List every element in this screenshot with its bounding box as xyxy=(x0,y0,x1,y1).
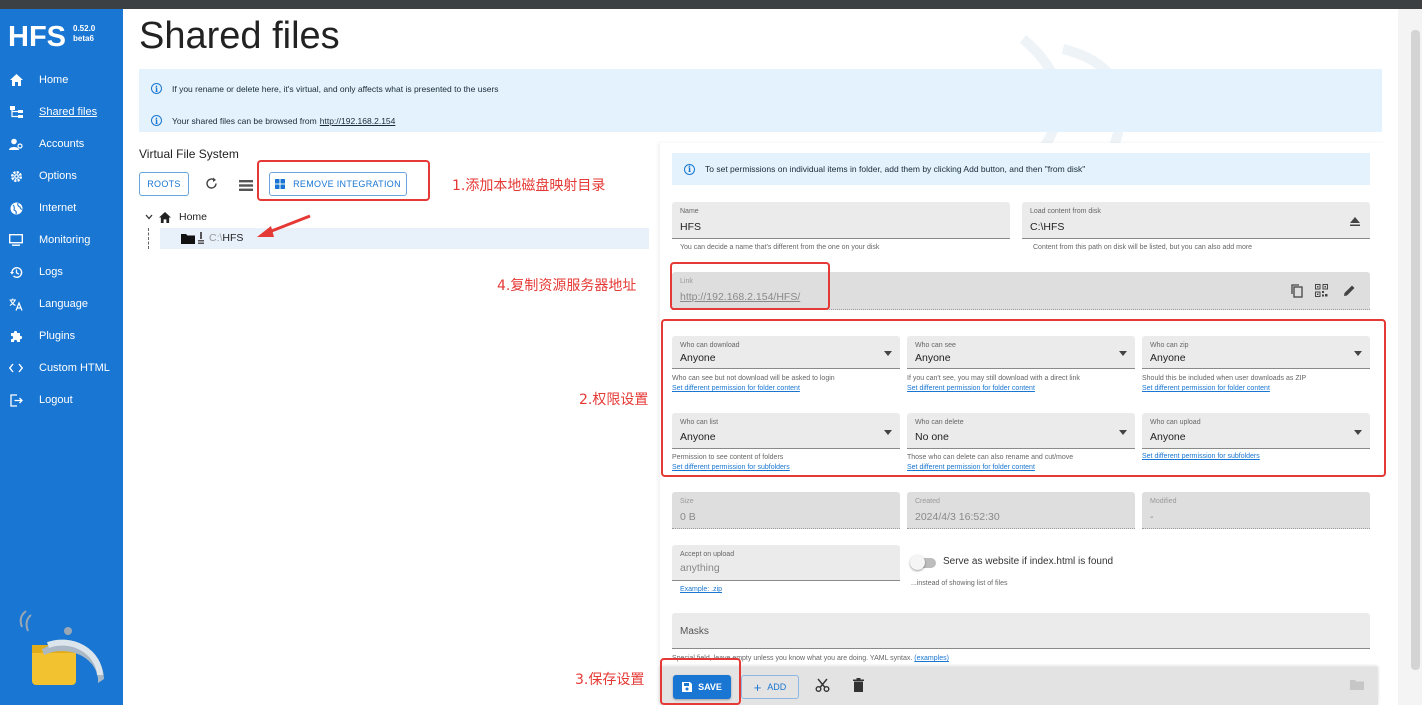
edit-icon[interactable] xyxy=(1343,284,1356,297)
sidebar-item-options[interactable]: Options xyxy=(0,160,123,192)
plus-icon: + xyxy=(753,679,762,695)
browser-top-bar xyxy=(0,0,1422,9)
scrollbar-thumb[interactable] xyxy=(1411,30,1420,670)
name-field[interactable]: Name HFS xyxy=(672,202,1010,239)
history-icon xyxy=(8,264,24,280)
logout-icon xyxy=(8,392,24,408)
tree-node-home[interactable]: Home xyxy=(145,211,207,223)
accept-example-link[interactable]: Example: .zip xyxy=(680,586,722,593)
sidebar-item-monitoring[interactable]: Monitoring xyxy=(0,224,123,256)
vfs-title: Virtual File System xyxy=(139,147,239,161)
info-icon: i xyxy=(151,83,162,94)
translate-icon xyxy=(8,296,24,312)
qr-code-icon[interactable] xyxy=(1315,284,1328,297)
chevron-down-icon[interactable] xyxy=(145,214,153,220)
action-toolbar: SAVE + ADD xyxy=(660,667,1378,705)
sidebar-item-logout[interactable]: Logout xyxy=(0,384,123,416)
folder-icon xyxy=(1350,679,1364,690)
sidebar-item-language[interactable]: Language xyxy=(0,288,123,320)
name-helper: You can decide a name that's different f… xyxy=(680,244,880,251)
info-panel: i If you rename or delete here, it's vir… xyxy=(139,69,1382,132)
annotation-permissions: 2.权限设置 xyxy=(579,392,649,408)
tree-icon xyxy=(8,104,24,120)
annotation-add-disk-mapping: 1.添加本地磁盘映射目录 xyxy=(452,178,606,194)
code-icon xyxy=(8,360,24,376)
annotation-arrow-icon xyxy=(257,214,311,237)
serve-website-helper: ...instead of showing list of files xyxy=(911,580,1008,587)
sidebar-item-internet[interactable]: Internet xyxy=(0,192,123,224)
created-field: Created 2024/4/3 16:52:30 xyxy=(907,492,1135,529)
sidebar-item-accounts[interactable]: Accounts xyxy=(0,128,123,160)
eject-icon[interactable] xyxy=(1350,217,1360,226)
sidebar-item-custom-html[interactable]: Custom HTML xyxy=(0,352,123,384)
add-button[interactable]: + ADD xyxy=(741,675,799,699)
globe-icon xyxy=(8,200,24,216)
browse-url-link[interactable]: http://192.168.2.154 xyxy=(320,116,396,126)
masks-examples-link[interactable]: (examples) xyxy=(914,655,949,662)
home-icon xyxy=(159,211,171,223)
info-rename-notice: i If you rename or delete here, it's vir… xyxy=(151,83,499,94)
info-icon: i xyxy=(151,115,162,126)
serve-website-label: Serve as website if index.html is found xyxy=(943,556,1114,567)
source-field[interactable]: Load content from disk C:\HFS xyxy=(1022,202,1370,239)
annotation-save-settings: 3.保存设置 xyxy=(575,672,645,688)
app-logo[interactable]: HFS xyxy=(8,21,66,54)
form-info-banner: i To set permissions on individual items… xyxy=(672,153,1370,185)
accept-upload-input[interactable]: Accept on upload anything xyxy=(672,545,900,581)
tree-guide-line xyxy=(148,228,149,249)
home-icon xyxy=(8,72,24,88)
accounts-icon xyxy=(8,136,24,152)
tree-node-hfs[interactable]: C:\ HFS xyxy=(181,232,243,244)
app-version: 0.52.0 beta6 xyxy=(73,24,96,43)
sidebar-item-home[interactable]: Home xyxy=(0,64,123,96)
serve-website-toggle[interactable] xyxy=(910,555,936,570)
annotation-box-save xyxy=(660,658,741,705)
copy-icon[interactable] xyxy=(1291,284,1303,298)
annotation-box-remove-integration xyxy=(257,160,430,201)
modified-field: Modified - xyxy=(1142,492,1370,529)
gear-icon xyxy=(8,168,24,184)
puzzle-icon xyxy=(8,328,24,344)
refresh-icon[interactable] xyxy=(205,177,218,195)
cloche-mascot-icon xyxy=(18,609,106,704)
monitor-icon xyxy=(8,232,24,248)
cut-icon[interactable] xyxy=(815,678,830,693)
delete-icon[interactable] xyxy=(853,678,864,692)
info-icon: i xyxy=(684,163,695,175)
list-view-icon[interactable] xyxy=(239,178,253,196)
sidebar-item-plugins[interactable]: Plugins xyxy=(0,320,123,352)
annotation-box-permissions xyxy=(661,319,1386,477)
roots-button[interactable]: ROOTS xyxy=(139,172,189,196)
disk-link-icon xyxy=(198,232,204,244)
sidebar-item-logs[interactable]: Logs xyxy=(0,256,123,288)
source-helper: Content from this path on disk will be l… xyxy=(1033,244,1253,251)
info-browse-url: i Your shared files can be browsed from … xyxy=(151,115,395,126)
annotation-copy-server-url: 4.复制资源服务器地址 xyxy=(497,278,637,294)
size-field: Size 0 B xyxy=(672,492,900,529)
folder-icon xyxy=(181,233,195,244)
annotation-box-link xyxy=(670,262,830,310)
masks-field[interactable]: Masks xyxy=(672,613,1370,649)
sidebar-item-shared-files[interactable]: Shared files xyxy=(0,96,123,128)
sidebar: HFS 0.52.0 beta6 Home Shared files Accou… xyxy=(0,9,123,705)
page-title: Shared files xyxy=(139,15,340,57)
